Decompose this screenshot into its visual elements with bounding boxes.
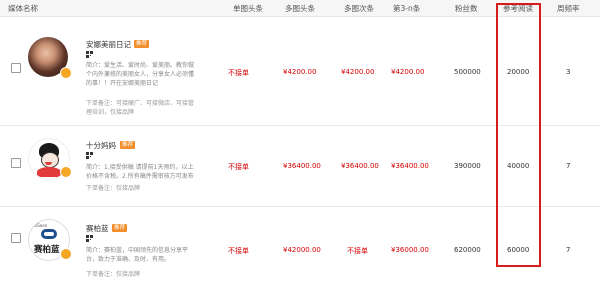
account-name[interactable]: 十分妈妈	[86, 140, 116, 151]
price-third-to-n: ¥4200.00	[391, 68, 425, 76]
logo-sub-text: CoSeen	[32, 223, 48, 228]
price-single-headline: 不接单	[228, 247, 249, 255]
row-checkbox[interactable]	[11, 158, 21, 168]
col-media-name: 媒体名称	[8, 4, 38, 13]
reference-reads-highlight-box	[496, 3, 541, 267]
weekly-frequency: 7	[566, 246, 571, 254]
price-multi-headline: ¥4200.00	[283, 68, 317, 76]
price-multi-secondary: ¥4200.00	[341, 68, 375, 76]
recommend-tag: 推荐	[112, 224, 128, 232]
order-note: 下单备注：可接硬广、可接微店、可接管理培训，仅接品牌	[86, 100, 195, 116]
qrcode-icon[interactable]	[86, 235, 93, 242]
price-third-to-n: ¥36000.00	[391, 246, 429, 254]
col-weekly-freq[interactable]: 周频率	[557, 3, 580, 14]
price-multi-headline: ¥36400.00	[283, 162, 321, 170]
recommend-tag: 推荐	[120, 141, 136, 149]
price-multi-secondary: 不接单	[347, 247, 368, 255]
verified-badge-icon	[60, 67, 72, 79]
fans-count: 500000	[454, 68, 481, 76]
qrcode-icon[interactable]	[86, 51, 93, 58]
col-multi-headline[interactable]: 多图头条	[285, 3, 315, 14]
account-name[interactable]: 安娜美丽日记	[86, 39, 131, 50]
col-fans[interactable]: 粉丝数	[455, 3, 478, 14]
order-note: 下单备注：仅接品牌	[86, 271, 141, 278]
fans-count: 390000	[454, 162, 481, 170]
account-name[interactable]: 赛柏蓝	[86, 223, 109, 234]
recommend-tag: 推荐	[134, 40, 150, 48]
price-single-headline: 不接单	[228, 163, 249, 171]
weekly-frequency: 7	[566, 162, 571, 170]
weekly-frequency: 3	[566, 68, 571, 76]
fans-count: 620000	[454, 246, 481, 254]
account-description: 简介：爱生活、爱时尚、爱美丽。教你做个内外兼修的美丽女人，分享女人必须懂的事！！…	[86, 62, 195, 87]
logo-text: 赛柏蓝	[34, 245, 60, 255]
verified-badge-icon	[60, 248, 72, 260]
row-checkbox[interactable]	[11, 63, 21, 73]
col-multi-secondary[interactable]: 多图次条	[344, 3, 374, 14]
price-third-to-n: ¥36400.00	[391, 162, 429, 170]
price-multi-headline: ¥42000.00	[283, 246, 321, 254]
col-single-headline[interactable]: 单图头条	[233, 3, 263, 14]
verified-badge-icon	[60, 166, 72, 178]
account-description: 简介：赛柏蓝，中国领先的信息分享平台，致力于准确、及时、有用。	[86, 247, 189, 263]
price-single-headline: 不接单	[228, 69, 249, 77]
row-checkbox[interactable]	[11, 233, 21, 243]
price-multi-secondary: ¥36400.00	[341, 162, 379, 170]
account-description: 简介：1.接受供稿 请提前1天预约，以上价格不含税。2.所有稿件需审核方可发布	[86, 164, 194, 180]
col-third-to-n[interactable]: 第3-n条	[393, 3, 420, 14]
qrcode-icon[interactable]	[86, 152, 93, 159]
order-note: 下单备注：仅接品牌	[86, 185, 141, 192]
